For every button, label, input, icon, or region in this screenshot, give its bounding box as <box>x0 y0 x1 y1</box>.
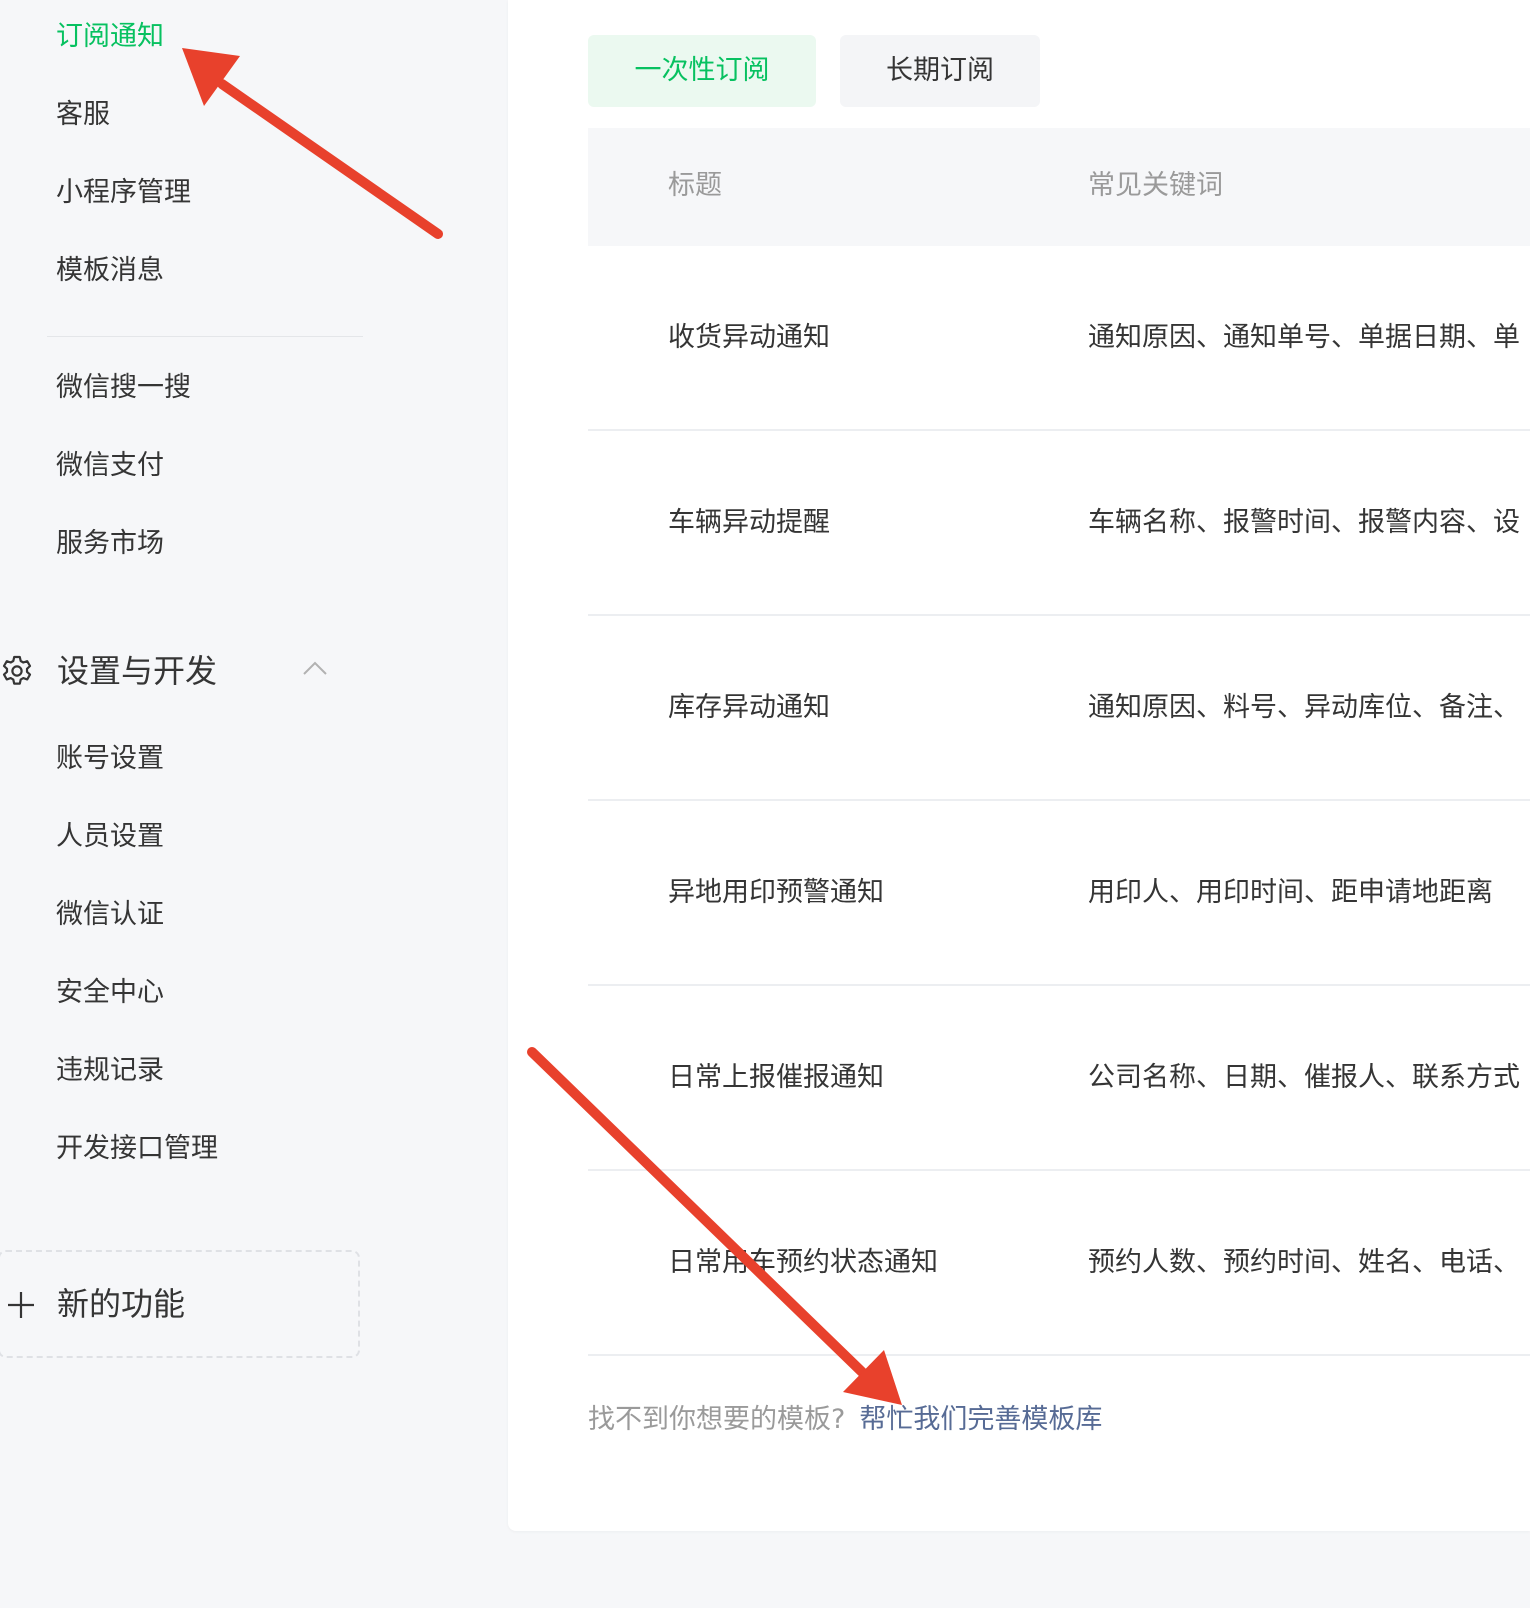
sidebar-item-wechat-pay[interactable]: 微信支付 <box>56 448 164 484</box>
gear-icon <box>2 655 32 685</box>
settings-section-title: 设置与开发 <box>57 652 218 690</box>
footer-hint-text: 找不到你想要的模板? <box>588 1404 846 1435</box>
row-title: 收货异动通知 <box>668 322 830 353</box>
settings-section-header[interactable]: 设置与开发 <box>0 648 360 696</box>
row-title: 库存异动通知 <box>668 692 830 723</box>
row-keywords: 通知原因、通知单号、单据日期、单 <box>1088 322 1520 353</box>
table-row[interactable]: 库存异动通知 通知原因、料号、异动库位、备注、 <box>588 616 1530 801</box>
new-feature-label: 新的功能 <box>57 1285 186 1323</box>
sidebar: 订阅通知 客服 小程序管理 模板消息 微信搜一搜 微信支付 服务市场 设置与开发… <box>0 0 500 1608</box>
sidebar-item-violation-records[interactable]: 违规记录 <box>56 1053 164 1089</box>
row-title: 日常用车预约状态通知 <box>668 1247 938 1278</box>
sidebar-item-miniprogram-management[interactable]: 小程序管理 <box>56 175 191 211</box>
sidebar-divider <box>47 336 363 337</box>
table-row[interactable]: 日常用车预约状态通知 预约人数、预约时间、姓名、电话、 <box>588 1171 1530 1356</box>
tab-long-term-subscription[interactable]: 长期订阅 <box>840 35 1040 107</box>
sidebar-item-template-message[interactable]: 模板消息 <box>56 253 164 289</box>
row-title: 日常上报催报通知 <box>668 1062 884 1093</box>
main-content-card: 一次性订阅 长期订阅 标题 常见关键词 收货异动通知 通知原因、通知单号、单据日… <box>508 0 1530 1531</box>
row-keywords: 公司名称、日期、催报人、联系方式 <box>1088 1062 1520 1093</box>
row-title: 异地用印预警通知 <box>668 877 884 908</box>
row-keywords: 预约人数、预约时间、姓名、电话、 <box>1088 1247 1520 1278</box>
header-title: 标题 <box>668 170 722 201</box>
table-header: 标题 常见关键词 <box>588 128 1530 246</box>
improve-template-library-link[interactable]: 帮忙我们完善模板库 <box>859 1404 1102 1435</box>
sidebar-item-member-settings[interactable]: 人员设置 <box>56 819 164 855</box>
template-footer-hint: 找不到你想要的模板? 帮忙我们完善模板库 <box>588 1400 1102 1440</box>
chevron-up-icon[interactable] <box>302 658 328 678</box>
table-row[interactable]: 收货异动通知 通知原因、通知单号、单据日期、单 <box>588 246 1530 431</box>
sidebar-item-subscription-notice[interactable]: 订阅通知 <box>56 19 164 55</box>
sidebar-item-security-center[interactable]: 安全中心 <box>56 975 164 1011</box>
row-title: 车辆异动提醒 <box>668 507 830 538</box>
sidebar-item-wechat-search[interactable]: 微信搜一搜 <box>56 370 191 406</box>
sidebar-item-service-market[interactable]: 服务市场 <box>56 526 164 562</box>
sidebar-item-wechat-verification[interactable]: 微信认证 <box>56 897 164 933</box>
plus-icon <box>8 1292 34 1318</box>
header-keywords: 常见关键词 <box>1088 170 1223 201</box>
sidebar-item-customer-service[interactable]: 客服 <box>56 97 110 133</box>
new-feature-button[interactable]: 新的功能 <box>0 1250 360 1358</box>
template-table: 标题 常见关键词 收货异动通知 通知原因、通知单号、单据日期、单 车辆异动提醒 … <box>588 128 1530 1356</box>
sidebar-item-dev-api-management[interactable]: 开发接口管理 <box>56 1131 218 1167</box>
sidebar-item-account-settings[interactable]: 账号设置 <box>56 741 164 777</box>
table-row[interactable]: 日常上报催报通知 公司名称、日期、催报人、联系方式 <box>588 986 1530 1171</box>
row-keywords: 通知原因、料号、异动库位、备注、 <box>1088 692 1520 723</box>
table-row[interactable]: 车辆异动提醒 车辆名称、报警时间、报警内容、设 <box>588 431 1530 616</box>
row-keywords: 用印人、用印时间、距申请地距离 <box>1088 877 1493 908</box>
tab-one-time-subscription[interactable]: 一次性订阅 <box>588 35 816 107</box>
row-keywords: 车辆名称、报警时间、报警内容、设 <box>1088 507 1520 538</box>
table-row[interactable]: 异地用印预警通知 用印人、用印时间、距申请地距离 <box>588 801 1530 986</box>
